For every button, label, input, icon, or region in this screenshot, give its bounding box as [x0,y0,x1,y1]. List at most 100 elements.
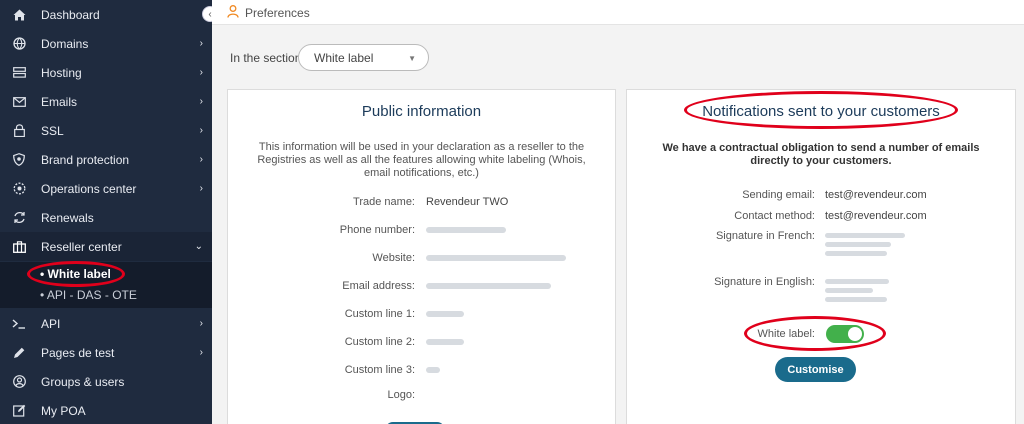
chevron-icon: › [199,154,203,165]
custom-line-3-label: Custom line 3: [344,364,415,376]
sidebar-item-label: SSL [41,123,64,138]
server-icon [12,66,26,80]
signature-french-label: Signature in French: [715,230,815,242]
chevron-icon: › [199,125,203,136]
notifications-title: Notifications sent to your customers [702,103,940,120]
section-select-value: White label [314,51,374,65]
section-label: In the section [230,51,302,65]
signature-french-row: Signature in French: [627,230,1015,256]
sidebar-item-api[interactable]: API › [0,309,212,338]
custom-line-2-value-redacted [426,336,464,348]
contact-method-row: Contact method: test@revendeur.com [627,210,1015,224]
top-bar: Preferences [212,0,1024,25]
sidebar-item-renewals[interactable]: Renewals [0,203,212,232]
sidebar-item-label: Dashboard [41,7,100,22]
public-information-intro: This information will be used in your de… [257,141,586,179]
notifications-panel: Notifications sent to your customers We … [626,89,1016,424]
sidebar: Dashboard Domains › Hosting › Emails › SSL › Bran… [0,0,212,424]
section-select[interactable]: White label ▼ [298,44,429,71]
submenu-item-white-label[interactable]: • White label [40,267,111,281]
dashboard-icon [12,8,26,22]
shield-icon [12,153,26,167]
website-row: Website: [228,252,615,266]
pencil-icon [12,346,26,360]
refresh-icon [12,211,26,225]
custom-line-1-label: Custom line 1: [344,308,415,320]
sidebar-item-label: Emails [41,94,78,109]
sidebar-item-label: Brand protection [41,152,130,167]
chevron-icon: › [199,67,203,78]
custom-line-3-value-redacted [426,364,440,376]
chevron-icon: › [199,347,203,358]
custom-line-3-row: Custom line 3: [228,364,615,378]
sidebar-item-emails[interactable]: Emails › [0,87,212,116]
reseller-submenu: • White label • API - DAS - OTE [0,262,212,308]
website-label: Website: [372,252,415,264]
sidebar-item-my-poa[interactable]: My POA [0,396,212,424]
chevron-icon: › [199,38,203,49]
website-value-redacted [426,252,566,264]
globe-icon [12,37,26,51]
trade-name-value: Revendeur TWO [426,196,509,208]
sidebar-item-label: My POA [41,403,86,418]
sidebar-item-operations-center[interactable]: Operations center › [0,174,212,203]
sidebar-item-label: Operations center [41,181,137,196]
public-information-title: Public information [361,103,482,120]
sidebar-item-label: Domains [41,36,89,51]
lock-icon [12,124,26,138]
logo-label: Logo: [387,389,415,401]
phone-row: Phone number: [228,224,615,238]
sidebar-item-label: Pages de test [41,345,115,360]
user-icon [227,5,239,21]
white-label-toggle[interactable] [826,325,864,343]
chevron-icon: › [199,183,203,194]
signature-english-value-redacted [825,279,889,306]
sidebar-item-label: Renewals [41,210,94,225]
email-value-redacted [426,280,551,292]
envelope-icon [12,95,26,109]
briefcase-icon [12,240,26,254]
sidebar-item-label: Reseller center [41,239,122,254]
submenu-item-api-das-ote[interactable]: • API - DAS - OTE [40,288,137,302]
trade-name-row: Trade name: Revendeur TWO [228,196,615,210]
users-icon [12,375,26,389]
sidebar-item-label: Groups & users [41,374,125,389]
public-information-panel: Public information This information will… [227,89,616,424]
white-label-row: White label: [627,328,1015,342]
chevron-icon: ⌄ [194,241,203,252]
sidebar-item-brand-protection[interactable]: Brand protection › [0,145,212,174]
custom-line-2-label: Custom line 2: [344,336,415,348]
phone-value-redacted [426,224,506,236]
signature-french-value-redacted [825,233,905,260]
white-label-label: White label: [757,328,815,340]
sidebar-item-pages-de-test[interactable]: Pages de test › [0,338,212,367]
edit-icon [12,404,26,418]
terminal-icon [12,317,26,331]
custom-line-2-row: Custom line 2: [228,336,615,350]
email-label: Email address: [342,280,415,292]
caret-down-icon: ▼ [408,54,416,63]
logo-row: Logo: [228,389,615,403]
custom-line-1-value-redacted [426,308,464,320]
sidebar-item-groups-users[interactable]: Groups & users [0,367,212,396]
email-row: Email address: [228,280,615,294]
sidebar-item-label: API [41,316,61,331]
section-selector-row: In the section White label ▼ [212,40,1024,74]
chevron-icon: › [199,96,203,107]
sidebar-item-hosting[interactable]: Hosting › [0,58,212,87]
sidebar-item-reseller-center[interactable]: Reseller center ⌄ [0,232,212,261]
sidebar-item-domains[interactable]: Domains › [0,29,212,58]
chevron-icon: › [199,318,203,329]
sending-email-label: Sending email: [742,189,815,201]
notifications-intro: We have a contractual obligation to send… [662,142,980,167]
contact-method-value: test@revendeur.com [825,210,927,222]
sending-email-row: Sending email: test@revendeur.com [627,189,1015,203]
sidebar-item-ssl[interactable]: SSL › [0,116,212,145]
sidebar-item-label: Hosting [41,65,82,80]
customise-button[interactable]: Customise [775,357,856,382]
sidebar-item-dashboard[interactable]: Dashboard [0,0,212,29]
phone-label: Phone number: [339,224,415,236]
sending-email-value: test@revendeur.com [825,189,927,201]
contact-method-label: Contact method: [734,210,815,222]
trade-name-label: Trade name: [353,196,415,208]
